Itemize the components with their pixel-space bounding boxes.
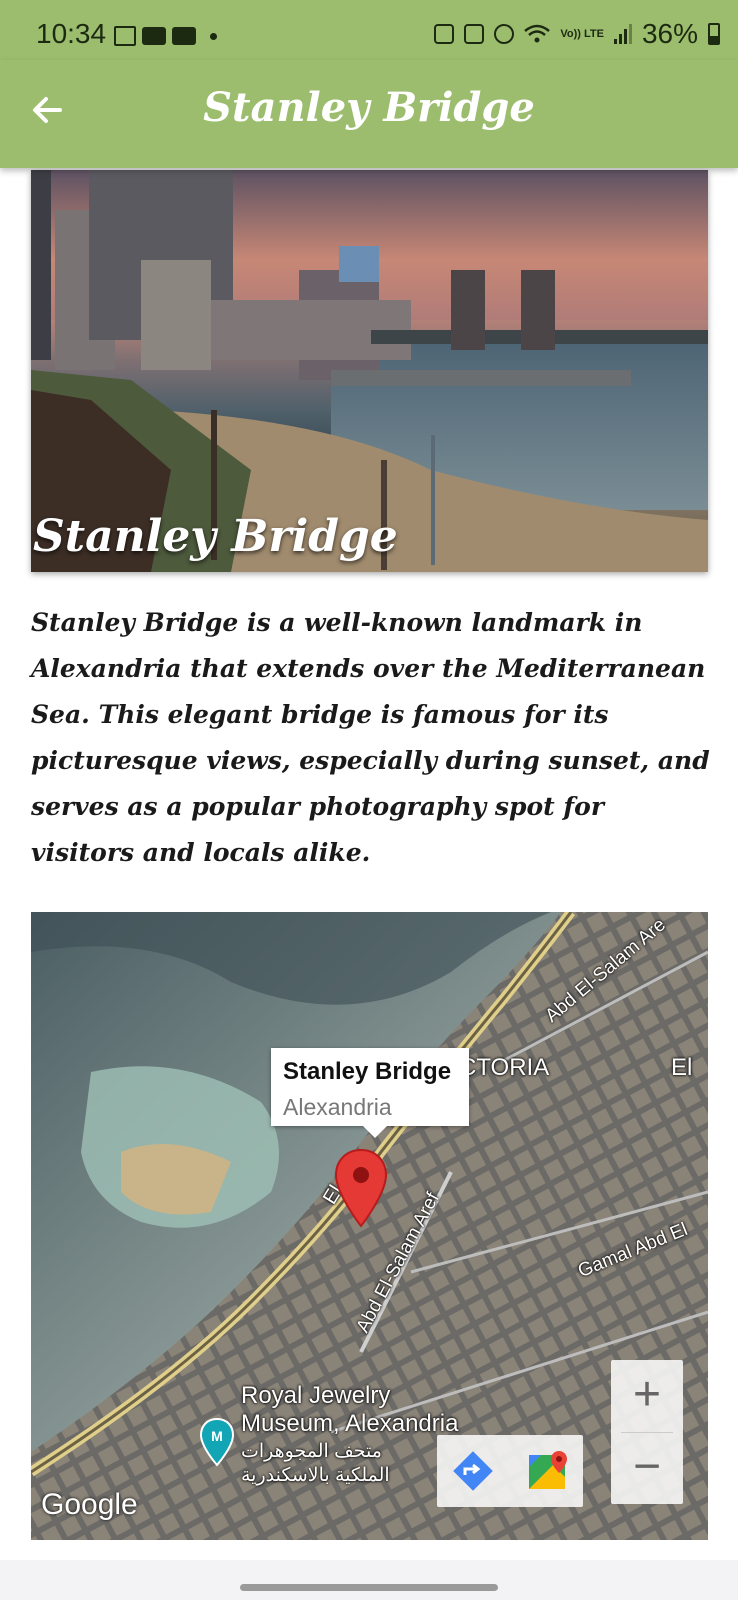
poi-label-en-1: Royal Jewelry xyxy=(241,1382,391,1409)
map-toolbar xyxy=(437,1435,583,1507)
marker-info-window[interactable]: Stanley Bridge Alexandria xyxy=(271,1048,469,1138)
sleep-icon xyxy=(464,24,485,44)
notification-icons xyxy=(114,26,217,46)
svg-text:M: M xyxy=(211,1428,223,1444)
status-bar: 10:34 Vo)) LTE 36% xyxy=(0,0,738,60)
info-title: Stanley Bridge xyxy=(283,1058,452,1085)
more-notifications-icon xyxy=(210,32,217,40)
app-bar: Stanley Bridge xyxy=(0,60,738,168)
calendar-icon xyxy=(114,26,136,46)
zoom-in-button[interactable]: + xyxy=(611,1360,683,1432)
battery-percent: 36% xyxy=(641,18,698,49)
volte-icon: Vo)) LTE xyxy=(560,28,604,40)
zoom-out-button[interactable]: − xyxy=(611,1432,683,1504)
hero-caption: Stanley Bridge xyxy=(33,511,398,562)
system-navigation-bar xyxy=(0,1560,738,1600)
poi-label-ar-1: متحف المجوهرات xyxy=(241,1441,382,1462)
info-subtitle: Alexandria xyxy=(283,1094,392,1120)
poi-label-en-2: Museum, Alexandria xyxy=(241,1410,459,1437)
museum-pin-icon[interactable]: M xyxy=(199,1417,235,1467)
map-view[interactable]: CTORIA El El Ga Abd El-Salam Are Abd El-… xyxy=(31,912,708,1540)
location-marker-icon[interactable] xyxy=(333,1148,389,1228)
google-logo: Google xyxy=(41,1488,138,1521)
page-title: Stanley Bridge xyxy=(203,84,535,131)
google-maps-icon xyxy=(529,1451,567,1489)
directions-icon xyxy=(453,1451,493,1491)
battery-saver-icon xyxy=(434,24,455,44)
zoom-controls: + − xyxy=(611,1360,683,1504)
poi-label-ar-2: الملكية بالاسكندرية xyxy=(241,1465,390,1486)
open-in-maps-button[interactable] xyxy=(511,1435,583,1507)
youtube-icon-2 xyxy=(172,27,196,45)
signal-icon xyxy=(613,24,632,44)
battery-icon xyxy=(708,23,720,45)
status-time: 10:34 xyxy=(36,18,107,49)
directions-button[interactable] xyxy=(437,1435,509,1507)
system-icons: Vo)) LTE 36% xyxy=(434,18,720,50)
map-label-el: El xyxy=(671,1054,693,1081)
map-label-victoria: CTORIA xyxy=(459,1054,550,1081)
hero-image: Stanley Bridge xyxy=(31,170,708,572)
home-gesture-handle[interactable] xyxy=(240,1584,498,1591)
description-text: Stanley Bridge is a well-known landmark … xyxy=(31,608,710,867)
alarm-icon xyxy=(494,24,515,44)
wifi-icon xyxy=(524,24,551,43)
youtube-icon xyxy=(142,27,166,45)
